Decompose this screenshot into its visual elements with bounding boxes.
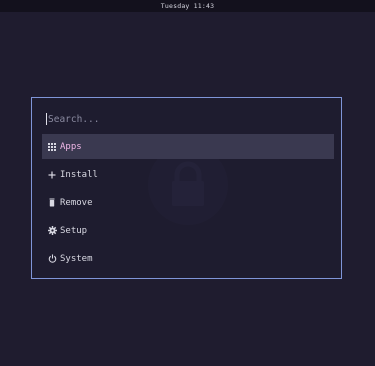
- grid-icon: [47, 142, 57, 152]
- menu-item-label: Remove: [60, 197, 93, 208]
- menu-item-label: Install: [60, 169, 98, 180]
- menu-item-label: System: [60, 253, 93, 264]
- menu-item-label: Setup: [60, 225, 88, 236]
- menu-item-install[interactable]: Install: [42, 162, 334, 187]
- power-icon: [47, 254, 57, 264]
- text-caret: [46, 113, 47, 125]
- menu-item-label: Apps: [60, 141, 82, 152]
- menu-item-setup[interactable]: Setup: [42, 218, 334, 243]
- top-bar: Tuesday 11:43: [0, 0, 375, 12]
- launcher-menu: Apps Install Remove Setup System: [42, 134, 334, 274]
- menu-item-apps[interactable]: Apps: [42, 134, 334, 159]
- search-input[interactable]: [48, 113, 308, 125]
- app-launcher: Apps Install Remove: [31, 97, 342, 279]
- clock[interactable]: Tuesday 11:43: [161, 2, 214, 10]
- menu-item-system[interactable]: System: [42, 246, 334, 271]
- trash-icon: [47, 198, 57, 208]
- search-row: [46, 112, 332, 126]
- menu-item-remove[interactable]: Remove: [42, 190, 334, 215]
- plus-icon: [47, 170, 57, 180]
- gear-icon: [47, 226, 57, 236]
- desktop: Tuesday 11:43 Search... Apps Install Rem…: [0, 0, 375, 366]
